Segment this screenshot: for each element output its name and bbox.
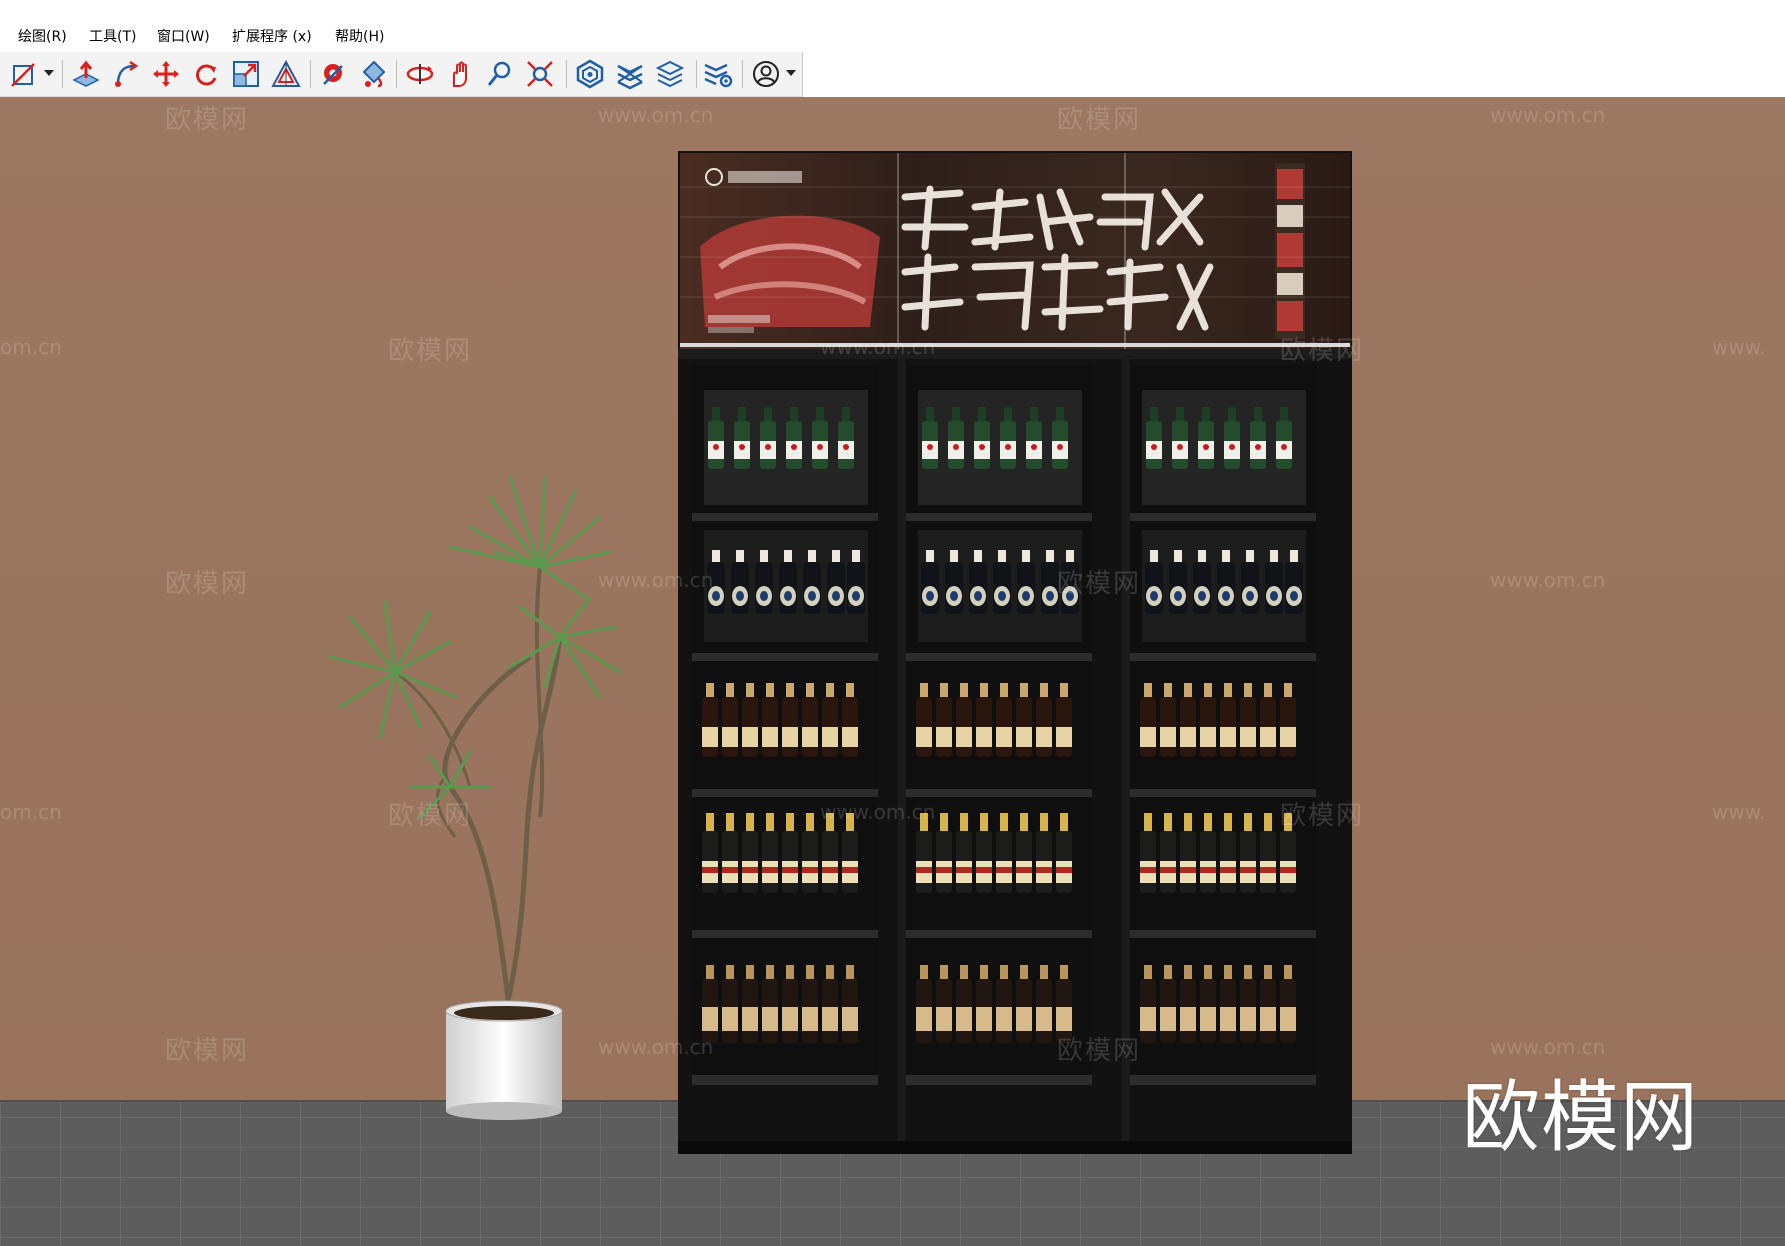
menu-window[interactable]: 窗口(W) <box>157 26 210 46</box>
toolbar-separator <box>696 60 697 88</box>
scale-icon <box>233 61 259 87</box>
menu-bar: 绘图(R) 工具(T) 窗口(W) 扩展程序 (x) 帮助(H) <box>0 0 1785 52</box>
user-account-dropdown-icon[interactable] <box>786 70 796 76</box>
menu-draw[interactable]: 绘图(R) <box>18 26 67 46</box>
watermark-url-partial: www. <box>1712 800 1766 824</box>
line-tool-button[interactable] <box>8 58 40 90</box>
watermark-url-partial: om.cn <box>0 800 62 824</box>
beverage-display-cabinet <box>678 151 1352 1154</box>
line-tool-dropdown-icon[interactable] <box>44 70 54 76</box>
watermark-url: www.om.cn <box>598 103 714 127</box>
scale-button[interactable] <box>230 58 262 90</box>
menu-tools[interactable]: 工具(T) <box>89 26 136 46</box>
extension-warehouse-button[interactable] <box>614 58 646 90</box>
watermark-url: www.om.cn <box>598 568 714 592</box>
watermark-brand: 欧模网 <box>1280 336 1365 366</box>
watermark-url: www.om.cn <box>1490 103 1606 127</box>
zoom-icon <box>487 61 511 86</box>
offset-button[interactable] <box>270 58 302 90</box>
follow-me-icon <box>115 60 139 87</box>
move-icon <box>153 61 179 87</box>
user-account-button[interactable] <box>750 58 782 90</box>
toolbar-separator <box>742 60 743 88</box>
watermark-brand: 欧模网 <box>1057 105 1142 135</box>
push-pull-icon <box>72 60 100 87</box>
watermark-brand: 欧模网 <box>165 1036 250 1066</box>
pan-button[interactable] <box>444 58 476 90</box>
watermark-brand: 欧模网 <box>388 801 473 831</box>
move-button[interactable] <box>150 58 182 90</box>
menu-help[interactable]: 帮助(H) <box>335 26 384 46</box>
toolbar-separator <box>62 60 63 88</box>
paint-bucket-icon <box>362 60 386 88</box>
cabinet-column-left <box>692 365 878 1085</box>
layer-manager-icon <box>655 60 685 88</box>
zoom-extents-icon <box>527 61 553 87</box>
toolbar <box>0 52 803 97</box>
watermark-url: www.om.cn <box>1490 568 1606 592</box>
offset-icon <box>271 59 301 87</box>
zoom-extents-button[interactable] <box>524 58 556 90</box>
rotate-button[interactable] <box>190 58 222 90</box>
warehouse-button[interactable] <box>574 58 606 90</box>
follow-me-button[interactable] <box>110 58 142 90</box>
toolbar-separator <box>310 60 311 88</box>
watermark-brand: 欧模网 <box>1280 801 1365 831</box>
layer-manager-button[interactable] <box>654 58 686 90</box>
watermark-brand: 欧模网 <box>165 105 250 135</box>
paint-bucket-button[interactable] <box>356 58 388 90</box>
watermark-url: www.om.cn <box>820 335 936 359</box>
watermark-brand: 欧模网 <box>1057 569 1142 599</box>
extension-warehouse-icon <box>617 64 643 90</box>
watermark-brand: 欧模网 <box>388 336 473 366</box>
rotate-icon <box>196 64 217 86</box>
zoom-button[interactable] <box>484 58 516 90</box>
watermark-logo: 欧模网 <box>1462 1073 1700 1163</box>
push-pull-button[interactable] <box>70 58 102 90</box>
watermark-url-partial: www. <box>1712 335 1766 359</box>
user-account-icon <box>753 61 779 87</box>
pan-icon <box>453 61 467 87</box>
cabinet-column-center <box>906 365 1092 1085</box>
menu-extensions[interactable]: 扩展程序 (x) <box>232 26 312 46</box>
orbit-button[interactable] <box>404 58 436 90</box>
plant-pot <box>446 1011 562 1111</box>
warehouse-icon <box>576 59 604 89</box>
cabinet-column-right <box>1130 365 1316 1085</box>
extension-settings-icon <box>704 63 733 88</box>
line-tool-icon <box>11 63 35 87</box>
orbit-icon <box>406 64 434 84</box>
watermark-url: www.om.cn <box>820 800 936 824</box>
watermark-brand: 欧模网 <box>1057 1036 1142 1066</box>
watermark-brand: 欧模网 <box>165 569 250 599</box>
extension-settings-button[interactable] <box>702 58 734 90</box>
tape-measure-icon <box>323 64 343 85</box>
toolbar-separator <box>396 60 397 88</box>
toolbar-separator <box>566 60 567 88</box>
watermark-url-partial: om.cn <box>0 335 62 359</box>
watermark-url: www.om.cn <box>598 1035 714 1059</box>
tape-measure-button[interactable] <box>318 58 350 90</box>
model-viewport[interactable]: 欧模网 www.om.cn 欧模网 www.om.cn om.cn 欧模网 ww… <box>0 97 1785 1246</box>
